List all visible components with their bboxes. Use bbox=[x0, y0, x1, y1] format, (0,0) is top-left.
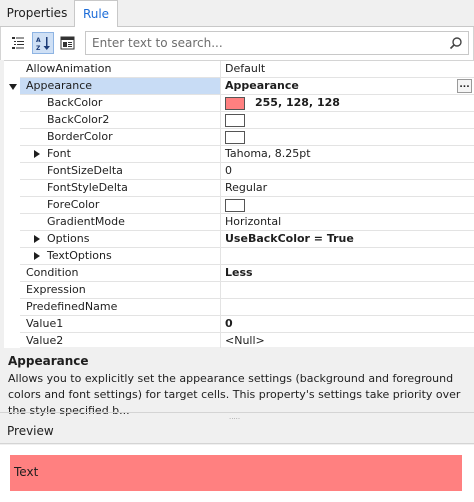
grid-row-font[interactable]: Font Tahoma, 8.25pt bbox=[4, 146, 474, 163]
preview-header: Preview bbox=[0, 420, 474, 444]
property-pages-button[interactable] bbox=[57, 32, 79, 54]
property-value[interactable] bbox=[221, 129, 474, 146]
grid-row-gradientmode[interactable]: GradientMode Horizontal bbox=[4, 214, 474, 231]
grid-row-allowanimation[interactable]: AllowAnimation Default bbox=[4, 61, 474, 78]
grid-row-forecolor[interactable]: ForeColor bbox=[4, 197, 474, 214]
property-value[interactable]: Horizontal bbox=[221, 214, 474, 231]
property-value[interactable]: Default bbox=[221, 61, 474, 78]
property-name: BackColor bbox=[20, 95, 221, 112]
property-grid: AllowAnimation Default Appearance Appear… bbox=[4, 60, 474, 350]
property-value[interactable] bbox=[221, 299, 474, 316]
grid-row-textoptions[interactable]: TextOptions bbox=[4, 248, 474, 265]
categorized-button[interactable] bbox=[7, 32, 29, 54]
property-value[interactable]: Appearance ... bbox=[221, 78, 474, 95]
appearance-value-text: Appearance bbox=[225, 79, 299, 92]
grid-row-appearance[interactable]: Appearance Appearance ... bbox=[4, 78, 474, 95]
property-toolbar: A Z Enter text to search... bbox=[0, 27, 474, 60]
property-value[interactable]: Regular bbox=[221, 180, 474, 197]
property-name: Condition bbox=[20, 265, 221, 282]
property-name: ForeColor bbox=[20, 197, 221, 214]
tab-rule[interactable]: Rule bbox=[74, 0, 118, 28]
preview-box: Text bbox=[10, 455, 462, 491]
tab-properties[interactable]: Properties bbox=[0, 0, 74, 27]
property-value[interactable]: 0 bbox=[221, 316, 474, 333]
grid-row-expression[interactable]: Expression bbox=[4, 282, 474, 299]
svg-text:Z: Z bbox=[36, 45, 41, 51]
description-title: Appearance bbox=[8, 354, 89, 368]
grid-row-options[interactable]: Options UseBackColor = True bbox=[4, 231, 474, 248]
property-name: Value1 bbox=[20, 316, 221, 333]
grid-row-fontsizedelta[interactable]: FontSizeDelta 0 bbox=[4, 163, 474, 180]
property-value[interactable]: 255, 128, 128 bbox=[221, 95, 474, 112]
grid-row-backcolor[interactable]: BackColor 255, 128, 128 bbox=[4, 95, 474, 112]
property-name: AllowAnimation bbox=[20, 61, 221, 78]
property-name: FontStyleDelta bbox=[20, 180, 221, 197]
sort-az-icon: A Z bbox=[36, 37, 50, 51]
property-value[interactable] bbox=[221, 248, 474, 265]
property-name: TextOptions bbox=[20, 248, 221, 265]
property-name: PredefinedName bbox=[20, 299, 221, 316]
property-value[interactable]: 0 bbox=[221, 163, 474, 180]
property-value[interactable] bbox=[221, 197, 474, 214]
grid-row-condition[interactable]: Condition Less bbox=[4, 265, 474, 282]
ellipsis-button[interactable]: ... bbox=[457, 79, 472, 93]
grid-row-backcolor2[interactable]: BackColor2 bbox=[4, 112, 474, 129]
search-input[interactable]: Enter text to search... bbox=[85, 31, 469, 55]
sort-alphabetical-button[interactable]: A Z bbox=[32, 32, 54, 54]
color-swatch bbox=[225, 199, 245, 212]
collapse-icon[interactable] bbox=[9, 84, 17, 90]
grid-row-predefinedname[interactable]: PredefinedName bbox=[4, 299, 474, 316]
property-value[interactable]: Tahoma, 8.25pt bbox=[221, 146, 474, 163]
preview-area: Text bbox=[0, 445, 474, 502]
grid-row-bordercolor[interactable]: BorderColor bbox=[4, 129, 474, 146]
property-name: Options bbox=[20, 231, 221, 248]
color-swatch bbox=[225, 131, 245, 144]
property-pages-icon bbox=[60, 36, 75, 50]
property-value[interactable]: UseBackColor = True bbox=[221, 231, 474, 248]
description-panel: Appearance Allows you to explicitly set … bbox=[0, 348, 474, 417]
grid-row-value1[interactable]: Value1 0 bbox=[4, 316, 474, 333]
property-value[interactable] bbox=[221, 112, 474, 129]
property-name: GradientMode bbox=[20, 214, 221, 231]
color-swatch bbox=[225, 114, 245, 127]
grid-row-fontstyledelta[interactable]: FontStyleDelta Regular bbox=[4, 180, 474, 197]
preview-text: Text bbox=[14, 465, 39, 479]
categorized-icon bbox=[12, 37, 24, 49]
property-name: BorderColor bbox=[20, 129, 221, 146]
search-placeholder: Enter text to search... bbox=[92, 36, 223, 50]
property-name: Font bbox=[20, 146, 221, 163]
property-value[interactable]: Less bbox=[221, 265, 474, 282]
property-name: FontSizeDelta bbox=[20, 163, 221, 180]
color-swatch bbox=[225, 97, 245, 110]
property-name: Appearance bbox=[20, 78, 221, 95]
property-name: Expression bbox=[20, 282, 221, 299]
splitter[interactable]: ····· bbox=[0, 412, 474, 423]
property-name: BackColor2 bbox=[20, 112, 221, 129]
tab-strip: Properties Rule bbox=[0, 0, 474, 28]
svg-text:A: A bbox=[36, 37, 41, 44]
search-icon[interactable] bbox=[449, 36, 463, 50]
property-value[interactable] bbox=[221, 282, 474, 299]
color-value-text: 255, 128, 128 bbox=[255, 96, 340, 109]
